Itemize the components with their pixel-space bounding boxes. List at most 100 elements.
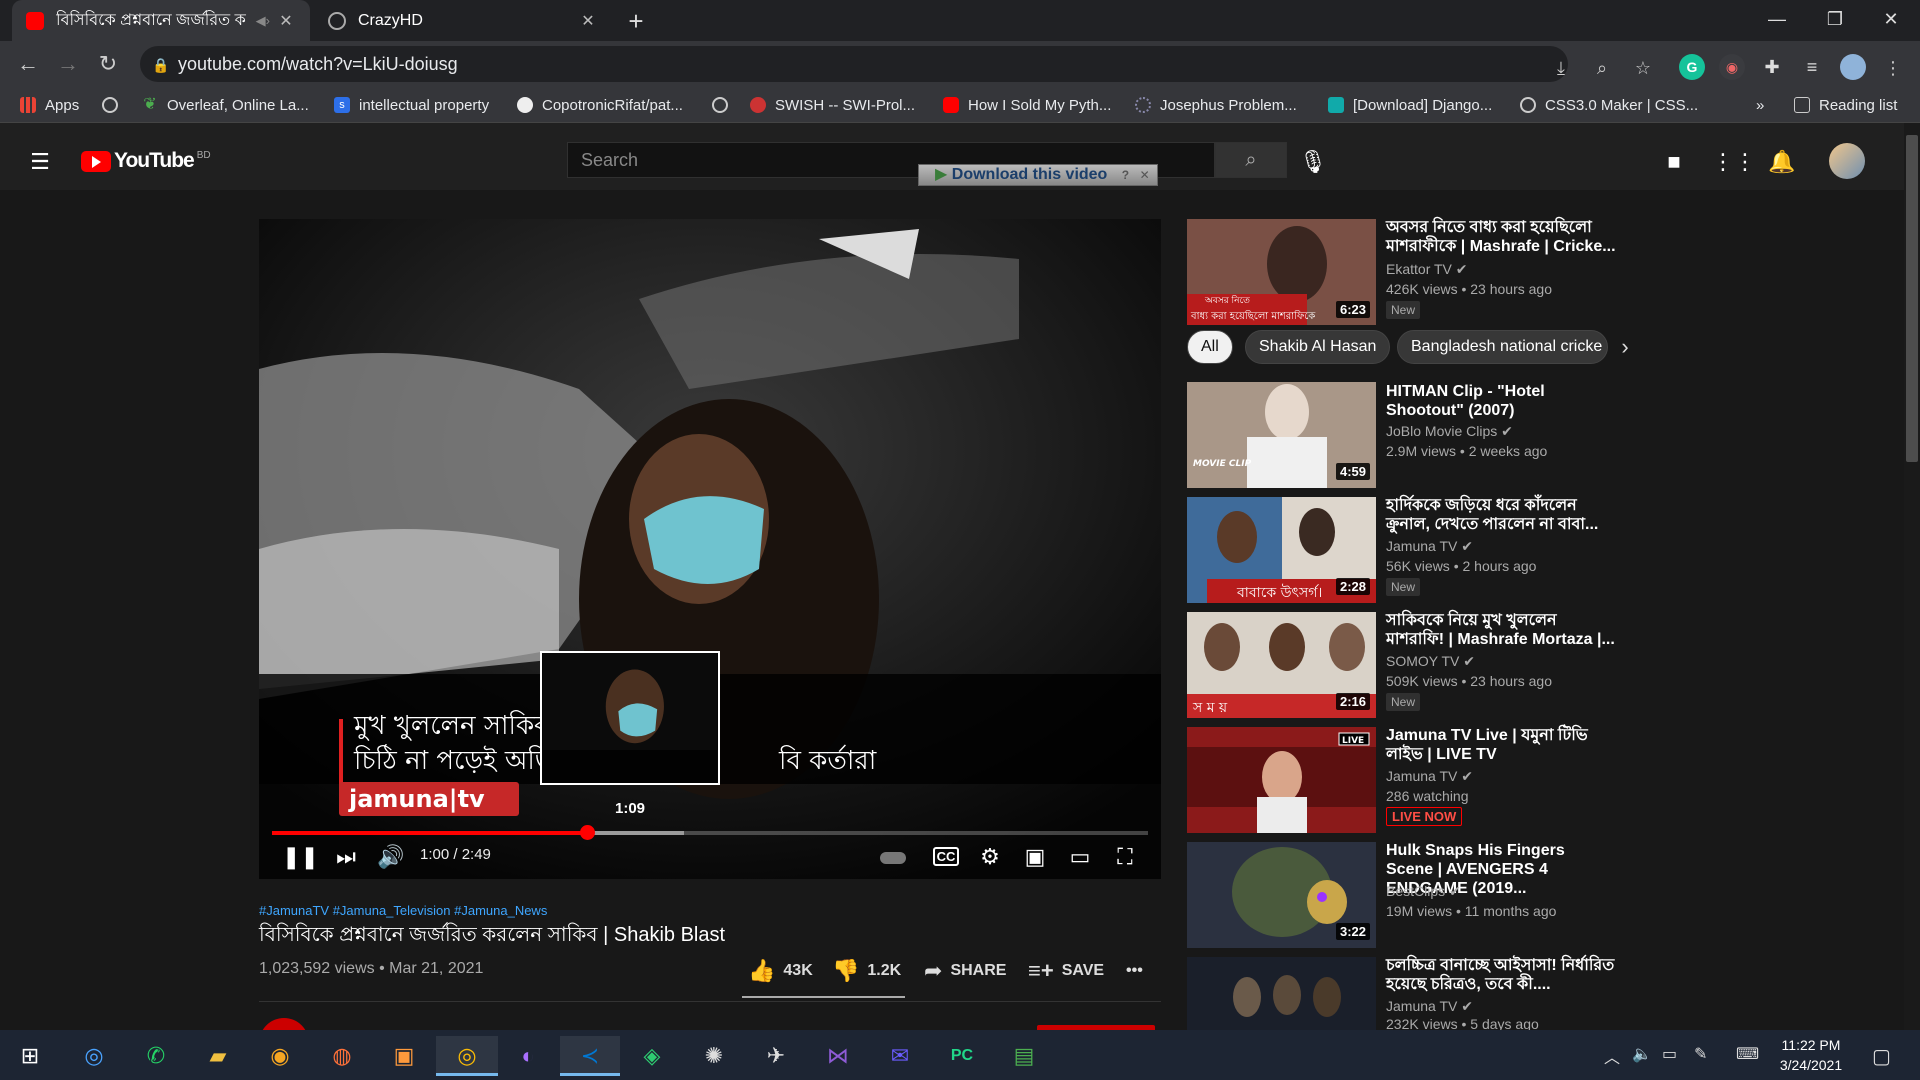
browser-app-icon[interactable]: ◉ [260, 1036, 300, 1076]
forward-button[interactable]: → [52, 48, 84, 80]
profile-avatar[interactable] [1840, 54, 1866, 80]
recommendation-title[interactable]: Jamuna TV Live | যমুনা টিভি লাইভ | LIVE … [1386, 726, 1616, 764]
grammarly-extension-icon[interactable]: G [1679, 54, 1705, 80]
apps-grid-icon[interactable]: ⋮⋮ [1712, 146, 1756, 178]
sublime-icon[interactable]: ▣ [384, 1036, 424, 1076]
save-button[interactable]: ≡+ SAVE [1028, 958, 1104, 984]
pycharm-icon[interactable]: PC [942, 1036, 982, 1076]
more-bookmarks-button[interactable]: » [1756, 94, 1764, 116]
app-icon[interactable]: ✈ [756, 1036, 796, 1076]
chips-next-chevron-icon[interactable]: › [1612, 334, 1638, 360]
close-tab-icon[interactable]: ✕ [578, 11, 598, 31]
whatsapp-icon[interactable]: ✆ [136, 1036, 176, 1076]
thumbnail[interactable] [1187, 957, 1376, 1030]
volume-icon[interactable]: 🔈 [1632, 1044, 1652, 1064]
url-text[interactable]: youtube.com/watch?v=LkiU-doiusg [178, 54, 458, 75]
account-avatar[interactable] [1829, 143, 1865, 179]
video-hashtags[interactable]: #JamunaTV #Jamuna_Television #Jamuna_New… [259, 903, 547, 918]
close-icon[interactable]: ✕ [1140, 168, 1150, 182]
chrome-icon[interactable]: ◎ [436, 1036, 498, 1076]
bookmark-css-maker[interactable]: CSS3.0 Maker | CSS... [1520, 94, 1698, 116]
more-actions-button[interactable]: ••• [1126, 958, 1143, 984]
pen-icon[interactable]: ✎ [1694, 1044, 1707, 1064]
windows-start-icon[interactable]: ⊞ [10, 1036, 50, 1076]
minimize-button[interactable]: — [1748, 0, 1806, 40]
create-video-icon[interactable]: ■ [1658, 146, 1690, 178]
recommendation-title[interactable]: সাকিবকে নিয়ে মুখ খুললেন মাশরাফি! | Mash… [1386, 611, 1616, 649]
channel-name[interactable]: Jamuna TV ✔ [1386, 998, 1473, 1015]
progress-scrubber[interactable] [580, 825, 595, 840]
restore-button[interactable]: ❐ [1806, 0, 1864, 40]
bookmark-youtube[interactable]: How I Sold My Pyth... [943, 94, 1111, 116]
bookmark-django[interactable]: [Download] Django... [1328, 94, 1492, 116]
extension-icon[interactable]: ◉ [1719, 54, 1745, 80]
github-desktop-icon[interactable]: ◐ [508, 1036, 548, 1076]
bookmark-globe-2[interactable] [712, 94, 737, 116]
hamburger-menu-icon[interactable]: ☰ [24, 146, 56, 178]
miniplayer-button[interactable]: ▣ [1020, 842, 1050, 872]
bookmark-overleaf[interactable]: ❦ Overleaf, Online La... [142, 94, 308, 116]
settings-gear-icon[interactable]: ⚙ [975, 842, 1005, 872]
search-icon[interactable]: ◎ [74, 1036, 114, 1076]
chip-all[interactable]: All [1187, 330, 1233, 364]
firefox-icon[interactable]: ◍ [322, 1036, 362, 1076]
menu-kebab-icon[interactable]: ⋮ [1880, 55, 1906, 81]
bookmark-apps[interactable]: Apps [20, 94, 79, 116]
thumbnail[interactable]: LIVE [1187, 727, 1376, 833]
bookmark-globe[interactable] [102, 94, 127, 116]
share-button[interactable]: ➦ SHARE [924, 958, 1006, 984]
keyboard-icon[interactable]: ⌨ [1736, 1044, 1759, 1064]
autoplay-toggle[interactable] [877, 842, 909, 872]
fullscreen-button[interactable]: ⛶ [1110, 842, 1140, 872]
microphone-icon[interactable]: 🎙 [1297, 146, 1329, 178]
recommendation-title[interactable]: হার্দিককে জড়িয়ে ধরে কাঁদলেন ক্রুনাল, দ… [1386, 496, 1616, 534]
network-icon[interactable]: ▭ [1662, 1044, 1677, 1064]
volume-button[interactable]: 🔊 [376, 842, 406, 872]
vscode-icon[interactable]: ≺ [560, 1036, 620, 1076]
recommendation-title[interactable]: অবসর নিতে বাধ্য করা হয়েছিলো মাশরাফীকে |… [1386, 218, 1616, 256]
tab-youtube[interactable]: বিসিবিকে প্রশ্নবানে জর্জরিত ক ◀› ✕ [12, 0, 310, 41]
dislike-button[interactable]: 👎 1.2K [832, 958, 901, 984]
reading-list-button[interactable]: Reading list [1794, 94, 1897, 116]
bookmark-intellectual-property[interactable]: s intellectual property [334, 94, 489, 116]
theater-mode-button[interactable]: ▭ [1065, 842, 1095, 872]
next-button[interactable]: ⏭ [331, 842, 361, 872]
close-tab-icon[interactable]: ✕ [276, 11, 296, 31]
scrollbar-thumb[interactable] [1906, 135, 1918, 462]
help-icon[interactable]: ? [1122, 168, 1129, 182]
close-window-button[interactable]: ✕ [1862, 0, 1920, 40]
channel-name[interactable]: Jamuna TV ✔ [1386, 768, 1473, 785]
file-explorer-icon[interactable]: ▰ [198, 1036, 238, 1076]
zoom-icon[interactable]: ⌕ [1589, 55, 1615, 81]
bookmark-star-icon[interactable]: ☆ [1630, 55, 1656, 81]
bookmark-josephus[interactable]: Josephus Problem... [1135, 94, 1297, 116]
bookmark-swish[interactable]: SWISH -- SWI-Prol... [750, 94, 915, 116]
visual-studio-icon[interactable]: ⋈ [818, 1036, 858, 1076]
channel-name[interactable]: Ekattor TV ✔ [1386, 261, 1468, 278]
chip-shakib-al-hasan[interactable]: Shakib Al Hasan [1245, 330, 1391, 364]
install-icon[interactable]: ⤓ [1548, 55, 1574, 81]
download-video-bar[interactable]: ▶ Download this video ? ✕ [918, 164, 1158, 186]
tab-audio-icon[interactable]: ◀› [256, 13, 270, 29]
media-control-icon[interactable]: ≡ [1799, 54, 1825, 80]
search-button[interactable]: ⌕ [1215, 142, 1287, 178]
recommendation-title[interactable]: চলচ্চিত্র বানাচ্ছে আইসাসা! নির্ধারিত হয়… [1386, 956, 1616, 994]
youtube-logo[interactable]: YouTube BD [81, 149, 211, 173]
chip-bangladesh-national-cricket[interactable]: Bangladesh national cricke [1397, 330, 1608, 364]
channel-name[interactable]: JoBlo Movie Clips ✔ [1386, 423, 1513, 440]
messenger-icon[interactable]: ✉ [880, 1036, 920, 1076]
new-tab-button[interactable]: + [620, 6, 652, 38]
system-clock[interactable]: 11:22 PM 3/24/2021 [1766, 1035, 1856, 1075]
captions-button[interactable]: CC [931, 842, 961, 872]
app-icon[interactable]: ◈ [632, 1036, 672, 1076]
reload-button[interactable]: ↻ [92, 48, 124, 80]
app-icon[interactable]: ✺ [694, 1036, 734, 1076]
app-icon[interactable]: ▤ [1004, 1036, 1044, 1076]
channel-name[interactable]: BestClips ✔ [1386, 883, 1461, 900]
puzzle-extensions-icon[interactable]: ✚ [1759, 54, 1785, 80]
like-button[interactable]: 👍 43K [748, 958, 813, 984]
notifications-bell-icon[interactable]: 🔔 [1766, 146, 1798, 178]
bookmark-github[interactable]: CopotronicRifat/pat... [517, 94, 683, 116]
recommendation-title[interactable]: HITMAN Clip - "Hotel Shootout" (2007) [1386, 382, 1616, 420]
pause-button[interactable]: ❚❚ [282, 842, 319, 872]
